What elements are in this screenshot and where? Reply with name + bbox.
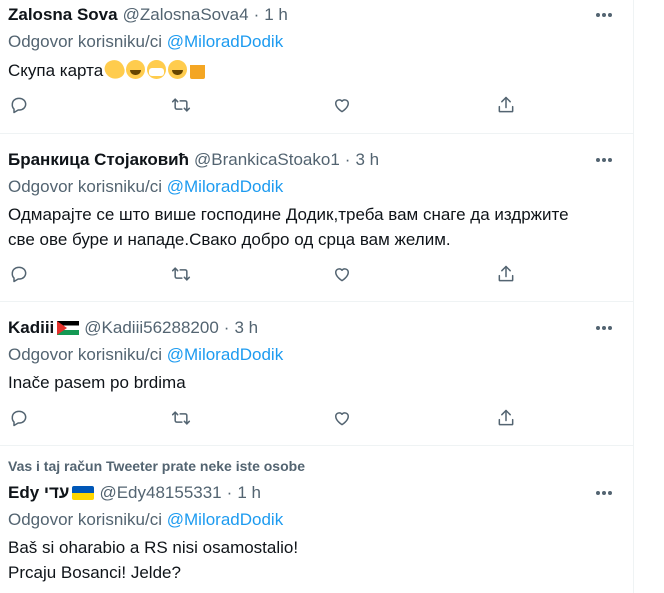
reply-prefix: Odgovor korisniku/ci [8, 345, 163, 364]
tweet-text: Одмарајте се што више господине Додик,тр… [8, 202, 569, 252]
share-button[interactable] [489, 262, 523, 286]
tweet-text-line: Baš si oharabio a RS nisi osamostalio! [8, 538, 299, 557]
separator-dot: · [344, 150, 351, 169]
reply-prefix: Odgovor korisniku/ci [8, 177, 163, 196]
retweet-button[interactable] [164, 262, 198, 286]
reply-context: Odgovor korisniku/ci @MiloradDodik [8, 345, 283, 365]
more-horizontal-icon [596, 326, 612, 330]
reply-context: Odgovor korisniku/ci @MiloradDodik [8, 32, 283, 52]
more-options-button[interactable] [589, 483, 619, 503]
reply-button[interactable] [2, 262, 36, 286]
retweet-button[interactable] [164, 93, 198, 117]
mention-link[interactable]: @MiloradDodik [167, 177, 283, 196]
mention-link[interactable]: @MiloradDodik [167, 510, 283, 529]
timestamp[interactable]: 3 h [355, 150, 379, 170]
timestamp[interactable]: 1 h [237, 483, 261, 503]
reply-bubble-icon [11, 410, 27, 427]
more-horizontal-icon [596, 491, 612, 495]
separator-dot: · [223, 318, 230, 337]
separator-dot: · [226, 483, 233, 502]
tweet-actions [0, 406, 634, 430]
reply-prefix: Odgovor korisniku/ci [8, 32, 163, 51]
reply-context: Odgovor korisniku/ci @MiloradDodik [8, 177, 283, 197]
share-icon [498, 96, 514, 113]
more-horizontal-icon [596, 13, 612, 17]
author-handle[interactable]: @ZalosnaSova4 [123, 5, 249, 25]
separator-dot: · [253, 5, 260, 24]
ukraine-flag-icon [72, 486, 95, 500]
reply-bubble-icon [11, 266, 27, 283]
tweet-text-line: Inače pasem po brdima [8, 373, 186, 392]
author-name[interactable]: Kadiii [8, 318, 54, 338]
retweet-icon [171, 411, 191, 425]
more-options-button[interactable] [589, 318, 619, 338]
like-button[interactable] [325, 406, 359, 430]
tweet-text-line: Одмарајте се што више господине Додик,тр… [8, 205, 569, 224]
reply-bubble-icon [11, 97, 27, 114]
retweet-icon [171, 267, 191, 281]
author-name[interactable]: Edy עדי [8, 483, 69, 503]
share-button[interactable] [489, 93, 523, 117]
tweet-header: Бранкица Стојаковић @BrankicaStoako1 · 3… [8, 150, 379, 170]
author-name[interactable]: Zalosna Sova [8, 5, 118, 25]
author-name[interactable]: Бранкица Стојаковић [8, 150, 189, 170]
tweet[interactable]: Zalosna Sova @ZalosnaSova4 · 1 h Odgovor… [0, 0, 634, 134]
like-button[interactable] [325, 93, 359, 117]
reply-context: Odgovor korisniku/ci @MiloradDodik [8, 510, 283, 530]
tweet-text: Baš si oharabio a RS nisi osamostalio! P… [8, 535, 298, 585]
tweet-actions [0, 262, 634, 286]
more-options-button[interactable] [589, 5, 619, 25]
reply-button[interactable] [2, 93, 36, 117]
tweet-text-line: све ове буре и нападе.Свако добро од срц… [8, 230, 451, 249]
grinning-icon [168, 60, 188, 79]
tweet-header: Kadiii @Kadiii56288200 · 3 h [8, 318, 258, 338]
like-button[interactable] [325, 262, 359, 286]
reply-prefix: Odgovor korisniku/ci [8, 510, 163, 529]
social-context-label: Vas i taj račun Tweeter prate neke iste … [8, 458, 305, 474]
reply-button[interactable] [2, 406, 36, 430]
more-options-button[interactable] [589, 150, 619, 170]
timestamp[interactable]: 1 h [264, 5, 288, 25]
heart-icon [335, 268, 349, 282]
share-icon [498, 409, 514, 426]
share-icon [498, 265, 514, 282]
share-button[interactable] [489, 406, 523, 430]
tweet-text-line: Prcaju Bosanci! Jelde? [8, 563, 181, 582]
mention-link[interactable]: @MiloradDodik [167, 345, 283, 364]
palestine-flag-icon [57, 321, 80, 335]
more-horizontal-icon [596, 158, 612, 162]
retweet-button[interactable] [164, 406, 198, 430]
clapping-hands-icon [102, 57, 127, 82]
author-handle[interactable]: @Kadiii56288200 [84, 318, 218, 338]
mention-link[interactable]: @MiloradDodik [167, 32, 283, 51]
tweet-text: Скупа карта [8, 57, 206, 83]
timestamp[interactable]: 3 h [234, 318, 258, 338]
heart-icon [335, 412, 349, 426]
tweet[interactable]: Vas i taj račun Tweeter prate neke iste … [0, 446, 634, 593]
author-handle[interactable]: @BrankicaStoako1 [194, 150, 340, 170]
tweet-header: Edy עדי @Edy48155331 · 1 h [8, 483, 261, 503]
tweet-actions [0, 93, 634, 117]
author-handle[interactable]: @Edy48155331 [99, 483, 221, 503]
retweet-icon [171, 98, 191, 112]
tweet[interactable]: Бранкица Стојаковић @BrankicaStoako1 · 3… [0, 134, 634, 302]
tweet[interactable]: Kadiii @Kadiii56288200 · 3 h Odgovor kor… [0, 302, 634, 446]
beer-mug-icon [190, 60, 206, 79]
face-with-mask-icon [147, 60, 167, 79]
rolling-laughing-icon [126, 60, 146, 79]
tweet-text-line: Скупа карта [8, 61, 104, 80]
tweet-text: Inače pasem po brdima [8, 370, 186, 395]
heart-icon [335, 99, 349, 113]
tweet-header: Zalosna Sova @ZalosnaSova4 · 1 h [8, 5, 288, 25]
